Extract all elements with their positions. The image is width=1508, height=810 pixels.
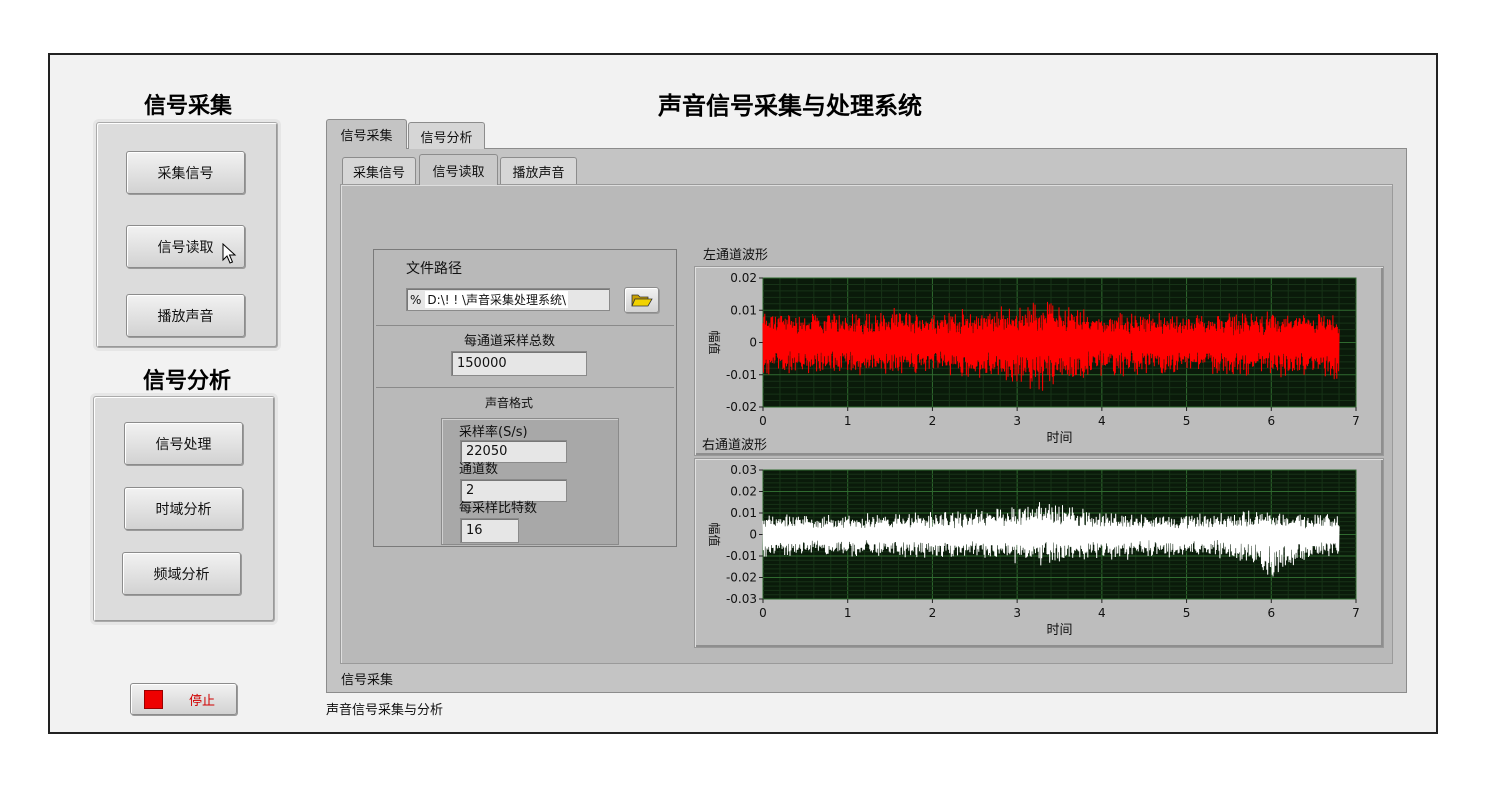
left-channel-title: 左通道波形 xyxy=(703,248,769,263)
x-tick-label: 6 xyxy=(1267,606,1275,620)
right-channel-title: 右通道波形 xyxy=(702,438,768,453)
acquisition-heading: 信号采集 xyxy=(143,94,232,119)
mouse-cursor-icon xyxy=(222,243,237,264)
tab-signal-acquisition[interactable]: 信号采集 xyxy=(326,119,407,149)
y-tick-label: -0.01 xyxy=(726,368,757,382)
time-domain-analysis-button[interactable]: 时域分析 xyxy=(124,487,243,530)
x-tick-label: 3 xyxy=(1013,606,1021,620)
file-path-input[interactable]: % D:\! ! \声音采集处理系统\ xyxy=(406,288,610,311)
x-tick-label: 4 xyxy=(1098,414,1106,428)
divider xyxy=(376,387,674,388)
x-tick-label: 7 xyxy=(1352,606,1360,620)
y-axis-label: 幅值 xyxy=(707,522,722,546)
y-tick-label: -0.02 xyxy=(726,571,757,585)
path-prefix-icon: % xyxy=(410,292,422,307)
sound-format-label: 声音格式 xyxy=(485,396,534,410)
x-tick-label: 1 xyxy=(844,606,852,620)
x-tick-label: 5 xyxy=(1183,606,1191,620)
channels-label: 通道数 xyxy=(459,462,499,477)
right-channel-waveform-chart: 0.030.020.010-0.01-0.02-0.030 1 2 3 4 5 6 7时间幅值 xyxy=(707,463,1360,638)
left-channel-waveform-chart: 0.020.010-0.01-0.020 1 2 3 4 5 6 7时间幅值 xyxy=(707,271,1360,446)
x-tick-label: 0 xyxy=(759,606,767,620)
tab-signal-analysis[interactable]: 信号分析 xyxy=(408,122,485,149)
x-tick-label: 2 xyxy=(929,606,937,620)
file-path-label: 文件路径 xyxy=(406,261,462,277)
signal-processing-button[interactable]: 信号处理 xyxy=(124,422,243,465)
collect-signal-button[interactable]: 采集信号 xyxy=(126,151,245,194)
y-tick-label: 0.01 xyxy=(730,303,757,317)
y-tick-label: -0.02 xyxy=(726,400,757,414)
x-tick-label: 2 xyxy=(929,414,937,428)
x-tick-label: 5 xyxy=(1183,414,1191,428)
tab-play-sound[interactable]: 播放声音 xyxy=(500,157,577,184)
stop-indicator-icon xyxy=(144,689,163,709)
x-axis-label: 时间 xyxy=(1046,431,1072,446)
y-tick-label: 0 xyxy=(749,336,757,350)
analysis-heading: 信号分析 xyxy=(142,369,231,394)
x-tick-label: 0 xyxy=(759,414,767,428)
footer-label: 声音信号采集与分析 xyxy=(326,703,444,718)
y-tick-label: 0.03 xyxy=(730,463,757,477)
y-tick-label: 0.01 xyxy=(730,506,757,520)
y-tick-label: -0.03 xyxy=(726,592,757,606)
stop-button-label: 停止 xyxy=(189,693,216,709)
x-tick-label: 4 xyxy=(1098,606,1106,620)
x-tick-label: 6 xyxy=(1267,414,1275,428)
play-sound-button[interactable]: 播放声音 xyxy=(126,294,245,337)
app-title: 声音信号采集与处理系统 xyxy=(658,92,922,120)
x-axis-label: 时间 xyxy=(1046,623,1072,638)
y-tick-label: -0.01 xyxy=(726,549,757,563)
tab-status-label: 信号采集 xyxy=(341,673,394,688)
y-axis-label: 幅值 xyxy=(707,330,722,354)
samples-per-channel-label: 每通道采样总数 xyxy=(464,334,556,349)
bits-per-sample-field: 16 xyxy=(460,518,519,543)
y-tick-label: 0.02 xyxy=(730,485,757,499)
folder-open-icon xyxy=(630,294,653,307)
tab-read-signal[interactable]: 信号读取 xyxy=(419,154,498,185)
frequency-domain-analysis-button[interactable]: 频域分析 xyxy=(122,552,241,595)
divider xyxy=(376,325,674,326)
y-tick-label: 0 xyxy=(749,528,757,542)
bits-per-sample-label: 每采样比特数 xyxy=(459,501,538,516)
browse-folder-button[interactable] xyxy=(624,287,659,313)
x-tick-label: 3 xyxy=(1013,414,1021,428)
stop-button[interactable]: 停止 xyxy=(130,683,237,715)
sample-rate-label: 采样率(S/s) xyxy=(459,425,528,440)
tab-collect-signal[interactable]: 采集信号 xyxy=(342,157,416,184)
x-tick-label: 1 xyxy=(844,414,852,428)
file-path-value: D:\! ! \声音采集处理系统\ xyxy=(425,291,569,308)
y-tick-label: 0.02 xyxy=(730,271,757,285)
x-tick-label: 7 xyxy=(1352,414,1360,428)
samples-per-channel-field: 150000 xyxy=(451,351,587,376)
